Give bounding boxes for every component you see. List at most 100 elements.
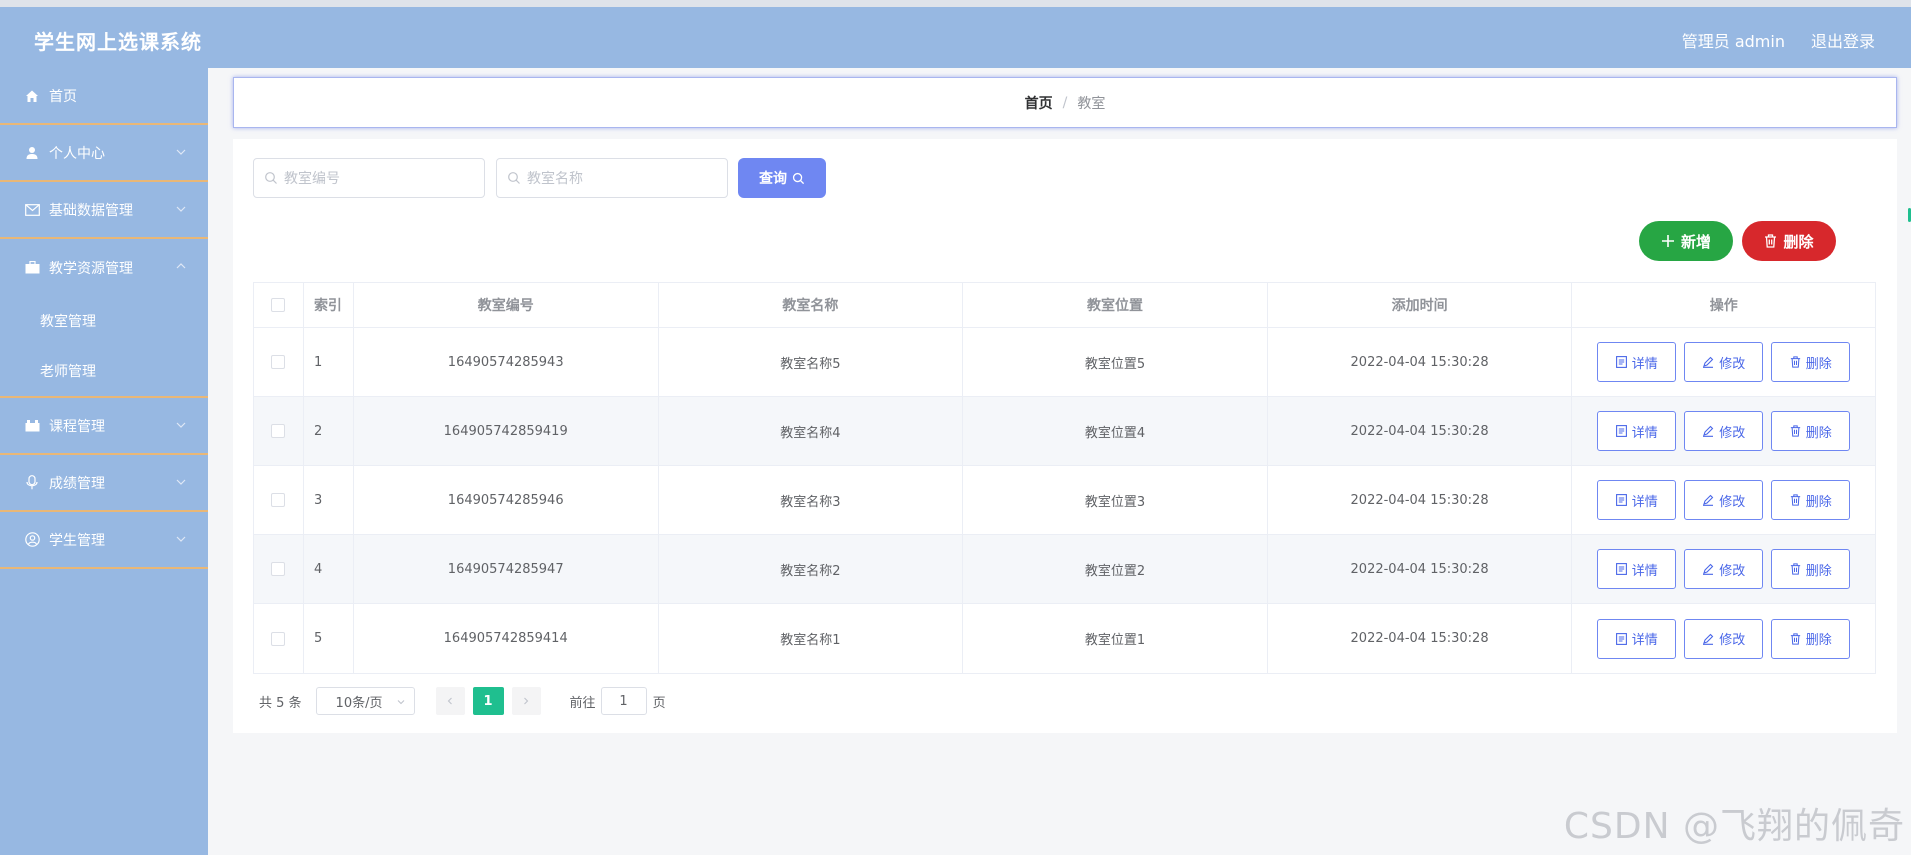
sidebar-item-home[interactable]: 首页 — [0, 68, 208, 125]
content-panel: 教室编号 教室名称 查询 新增 删除 索引 教室编号 教室名称 教室位置 添加时… — [233, 139, 1897, 733]
delete-label: 删除 — [1805, 633, 1832, 648]
row-delete-button[interactable]: 删除 — [1771, 480, 1851, 520]
chevron-right-icon — [524, 697, 529, 705]
sidebar-item-basic-data[interactable]: 基础数据管理 — [0, 182, 208, 239]
edit-button[interactable]: 修改 — [1684, 411, 1764, 451]
sidebar-item-label: 学生管理 — [49, 532, 105, 549]
row-classroom-name: 教室名称4 — [659, 397, 964, 465]
trash-icon — [1790, 563, 1800, 575]
sidebar-item-label: 教学资源管理 — [49, 260, 133, 277]
page-number-current[interactable]: 1 — [472, 687, 504, 715]
row-delete-button[interactable]: 删除 — [1771, 342, 1851, 382]
circle-user-icon — [24, 532, 40, 548]
detail-label: 详情 — [1631, 494, 1658, 510]
app-title: 学生网上选课系统 — [34, 30, 202, 54]
mic-icon — [24, 475, 40, 491]
next-page-button[interactable] — [511, 687, 541, 715]
row-classroom-name: 教室名称3 — [659, 466, 964, 534]
row-operations: 详情 修改 删除 — [1572, 535, 1875, 603]
app-header: 学生网上选课系统 管理员 admin 退出登录 — [0, 7, 1911, 68]
row-checkbox[interactable] — [271, 424, 286, 438]
add-button[interactable]: 新增 — [1639, 221, 1733, 261]
row-delete-button[interactable]: 删除 — [1771, 411, 1851, 451]
edit-icon — [1703, 563, 1714, 575]
breadcrumb-home[interactable]: 首页 — [1025, 93, 1053, 113]
edit-icon — [1703, 425, 1714, 437]
goto-suffix: 页 — [652, 695, 666, 711]
breadcrumb: 首页 / 教室 — [233, 77, 1897, 128]
user-icon — [24, 145, 40, 161]
pagination-total: 共 5 条 — [259, 695, 302, 711]
sidebar-item-course-management[interactable]: 课程管理 — [0, 398, 208, 455]
sidebar-item-personal-center[interactable]: 个人中心 — [0, 125, 208, 182]
trash-icon — [1790, 425, 1800, 437]
detail-button[interactable]: 详情 — [1597, 480, 1677, 520]
row-checkbox[interactable] — [271, 355, 286, 369]
document-icon — [1615, 563, 1627, 575]
edit-label: 修改 — [1719, 425, 1746, 441]
edit-button[interactable]: 修改 — [1684, 342, 1764, 382]
header-added-time: 添加时间 — [1268, 283, 1573, 327]
header-index: 索引 — [304, 283, 354, 327]
row-checkbox[interactable] — [271, 493, 286, 507]
row-checkbox[interactable] — [271, 631, 286, 646]
edit-button[interactable]: 修改 — [1684, 618, 1764, 659]
classroom-table: 索引 教室编号 教室名称 教室位置 添加时间 操作 1 164905742859… — [253, 282, 1876, 674]
row-delete-button[interactable]: 删除 — [1771, 549, 1851, 589]
row-classroom-location: 教室位置3 — [963, 466, 1268, 534]
row-checkbox-cell — [254, 328, 304, 396]
row-classroom-number: 164905742859419 — [354, 397, 659, 465]
prev-page-button[interactable] — [435, 687, 465, 715]
detail-button[interactable]: 详情 — [1597, 618, 1677, 659]
table-header-row: 索引 教室编号 教室名称 教室位置 添加时间 操作 — [254, 283, 1875, 328]
goto-page-input[interactable]: 1 — [600, 687, 647, 715]
page-size-select[interactable]: 10条/页 — [315, 687, 415, 715]
row-checkbox-cell — [254, 397, 304, 465]
trash-icon — [1764, 234, 1777, 248]
sidebar-subitem-classroom-management[interactable]: 教室管理 — [0, 296, 208, 346]
add-label: 新增 — [1680, 232, 1711, 251]
search-icon — [792, 172, 805, 184]
row-added-time: 2022-04-04 15:30:28 — [1268, 328, 1573, 396]
header-classroom-number: 教室编号 — [354, 283, 659, 327]
query-label: 查询 — [759, 171, 787, 187]
query-button[interactable]: 查询 — [738, 158, 826, 198]
current-user[interactable]: 管理员 admin — [1682, 28, 1785, 52]
document-icon — [1615, 494, 1627, 506]
detail-button[interactable]: 详情 — [1597, 342, 1677, 382]
detail-button[interactable]: 详情 — [1597, 411, 1677, 451]
sidebar-subitem-teacher-management[interactable]: 老师管理 — [0, 346, 208, 396]
pagination: 共 5 条 10条/页 1 前往 1 页 — [259, 687, 666, 715]
table-row: 2 164905742859419 教室名称4 教室位置4 2022-04-04… — [254, 397, 1875, 466]
sidebar-item-student-management[interactable]: 学生管理 — [0, 512, 208, 569]
row-checkbox-cell — [254, 604, 304, 673]
detail-label: 详情 — [1631, 356, 1658, 372]
trash-icon — [1790, 632, 1800, 645]
batch-delete-button[interactable]: 删除 — [1742, 221, 1836, 261]
chevron-down-icon — [176, 422, 186, 428]
edit-label: 修改 — [1719, 563, 1746, 579]
row-operations: 详情 修改 删除 — [1572, 397, 1875, 465]
row-checkbox[interactable] — [271, 562, 286, 576]
row-delete-button[interactable]: 删除 — [1771, 618, 1851, 659]
detail-button[interactable]: 详情 — [1597, 549, 1677, 589]
search-icon — [508, 172, 520, 184]
edit-label: 修改 — [1719, 494, 1746, 510]
sidebar-item-grade-management[interactable]: 成绩管理 — [0, 455, 208, 512]
row-operations: 详情 修改 删除 — [1572, 604, 1875, 673]
classroom-name-search-input[interactable]: 教室名称 — [496, 158, 728, 198]
delete-label: 删除 — [1805, 563, 1832, 579]
row-classroom-number: 164905742859414 — [354, 604, 659, 673]
sidebar-item-teaching-resources[interactable]: 教学资源管理 — [0, 239, 208, 296]
edit-label: 修改 — [1719, 633, 1746, 648]
edit-button[interactable]: 修改 — [1684, 549, 1764, 589]
edit-icon — [1703, 633, 1714, 645]
submenu-teaching-resources: 教室管理 老师管理 — [0, 296, 208, 398]
edit-button[interactable]: 修改 — [1684, 480, 1764, 520]
logout-link[interactable]: 退出登录 — [1811, 28, 1875, 52]
delete-label: 删除 — [1805, 425, 1832, 441]
row-added-time: 2022-04-04 15:30:28 — [1268, 466, 1573, 534]
select-all-checkbox[interactable] — [271, 298, 286, 312]
sidebar-item-label: 首页 — [49, 88, 77, 105]
classroom-number-search-input[interactable]: 教室编号 — [253, 158, 485, 198]
